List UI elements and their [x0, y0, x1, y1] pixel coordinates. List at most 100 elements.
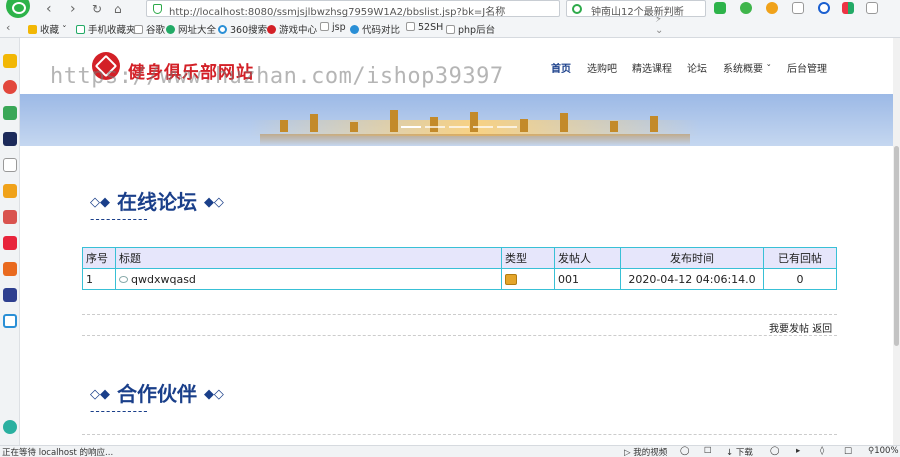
video-icon[interactable] — [3, 236, 17, 250]
zoom-level[interactable]: ⚲100% — [868, 446, 899, 456]
compare-icon — [350, 25, 359, 34]
partners-area — [82, 434, 837, 445]
bookmark-item[interactable]: 收藏 ˇ — [28, 22, 67, 36]
game-icon[interactable] — [3, 210, 17, 224]
partners-section-title: ◇◆ 合作伙伴 ◆◇ — [90, 382, 224, 406]
apps-grid-icon[interactable] — [842, 2, 854, 14]
security-shield-icon — [153, 4, 162, 14]
url-bar[interactable]: http://localhost:8080/ssmjsjlbwzhsg7959W… — [146, 0, 665, 36]
col-header: 类型 — [501, 247, 555, 269]
col-header: 发布时间 — [620, 247, 764, 269]
search-engine-icon — [218, 25, 227, 34]
bookmark-item[interactable]: php后台 — [446, 22, 495, 36]
bookmark-item[interactable]: 代码对比 — [350, 22, 400, 36]
search-icon[interactable] — [818, 2, 830, 14]
status-tool-icon[interactable]: □ — [844, 446, 852, 456]
refresh-icon[interactable]: ↻ — [92, 1, 102, 17]
favorites-icon[interactable] — [3, 54, 17, 68]
page-scrollbar[interactable] — [893, 38, 900, 445]
add-icon[interactable] — [3, 420, 17, 434]
download-item[interactable]: ↓ 下载 — [726, 446, 753, 457]
status-tool-icon[interactable]: ▸ — [796, 446, 800, 456]
nav-item-admin[interactable]: 后台管理 — [787, 60, 827, 75]
app-icon[interactable] — [3, 288, 17, 302]
my-video-item[interactable]: ▷ 我的视频 — [624, 446, 667, 457]
col-header: 标题 — [115, 247, 502, 269]
back-arrow-icon[interactable]: ‹ — [46, 1, 52, 17]
divider — [82, 335, 837, 336]
nav-item-home[interactable]: 首页 — [551, 60, 571, 75]
browser-sidebar — [0, 38, 20, 445]
download-icon: ↓ — [726, 448, 734, 457]
cell-time: 2020-04-12 04:06:14.0 — [620, 268, 764, 290]
nav-item-forum[interactable]: 论坛 — [687, 60, 707, 75]
notes-icon[interactable] — [3, 158, 17, 172]
page-icon — [406, 22, 415, 31]
status-bar: 正在等待 localhost 的响应... ▷ 我的视频 ◯ ☐ ↓ 下载 ◯ … — [0, 445, 900, 457]
col-header: 已有回帖 — [763, 247, 837, 269]
bookmark-item[interactable]: 52SH — [406, 22, 443, 33]
table-row: 1 qwdxwqasd 001 2020-04-12 04:06:14.0 0 — [82, 268, 837, 290]
news-icon[interactable] — [3, 132, 17, 146]
cell-replies: 0 — [763, 268, 837, 290]
extension-icon[interactable] — [740, 2, 752, 14]
site-header: 健身俱乐部网站 https://www.huzhan.com/ishop3939… — [20, 38, 893, 94]
slider-dot[interactable] — [473, 126, 493, 128]
scroll-thumb[interactable] — [894, 146, 899, 346]
status-tool-icon[interactable]: ◊ — [820, 446, 824, 456]
bookmark-item[interactable]: 360搜索 — [218, 22, 267, 36]
shield-icon[interactable] — [766, 2, 778, 14]
status-tool-icon[interactable]: ◯ — [680, 446, 690, 456]
mobile-icon — [76, 25, 85, 34]
slider-dot[interactable] — [449, 126, 469, 128]
home-icon[interactable]: ⌂ — [114, 1, 122, 17]
nav-item-shop[interactable]: 选购吧 — [587, 60, 617, 75]
bookmark-back-icon[interactable]: ‹ — [6, 20, 10, 36]
forward-arrow-icon[interactable]: › — [70, 1, 76, 17]
bookmark-item[interactable]: 游戏中心 — [267, 22, 317, 36]
p-icon[interactable] — [3, 314, 17, 328]
slider-dot[interactable] — [497, 126, 517, 128]
topic-icon — [119, 275, 128, 283]
hero-banner — [20, 94, 893, 146]
col-header: 发帖人 — [554, 247, 621, 269]
new-post-link[interactable]: 我要发帖 — [769, 324, 809, 335]
mail-icon[interactable] — [3, 106, 17, 120]
cell-type — [501, 268, 555, 290]
page-viewport: 健身俱乐部网站 https://www.huzhan.com/ishop3939… — [20, 38, 893, 445]
bookmark-item[interactable]: 谷歌 — [134, 22, 165, 36]
nav-item-courses[interactable]: 精选课程 — [632, 60, 672, 75]
search-text: 钟南山12个最新判断 — [591, 7, 684, 18]
scissors-icon[interactable] — [714, 2, 726, 14]
status-tool-icon[interactable]: ◯ — [770, 446, 780, 456]
bookmark-bar: ‹ 收藏 ˇ 手机收藏夹 谷歌 网址大全 360搜索 游戏中心 jsp 代码对比… — [0, 19, 900, 38]
app-icon[interactable] — [3, 262, 17, 276]
screenshot-icon[interactable] — [792, 2, 804, 14]
cell-author: 001 — [554, 268, 621, 290]
forum-actions: 我要发帖 返回 — [769, 320, 832, 335]
section-underline: ----------- — [90, 404, 149, 418]
weibo-icon[interactable] — [3, 80, 17, 94]
watermark-text: https://www.huzhan.com/ishop39397 — [50, 64, 504, 89]
bookmark-item[interactable]: jsp — [320, 22, 346, 33]
topic-title-link[interactable]: qwdxwqasd — [131, 273, 196, 286]
slider-dot[interactable] — [401, 126, 421, 128]
table-header-row: 序号 标题 类型 发帖人 发布时间 已有回帖 — [82, 247, 837, 269]
nav-item-overview[interactable]: 系统概要 ˇ — [723, 60, 771, 75]
bookmark-item[interactable]: 网址大全 — [166, 22, 216, 36]
status-tool-icon[interactable]: ☐ — [704, 446, 712, 456]
cell-title[interactable]: qwdxwqasd — [115, 268, 502, 290]
slider-dot[interactable] — [425, 126, 445, 128]
bookmark-item[interactable]: 手机收藏夹 — [76, 22, 136, 36]
browser-logo-icon[interactable] — [6, 0, 30, 18]
cell-no: 1 — [82, 268, 116, 290]
shopping-icon[interactable] — [3, 184, 17, 198]
back-link[interactable]: 返回 — [812, 324, 832, 335]
search-engine-icon — [572, 4, 582, 14]
search-box[interactable]: 钟南山12个最新判断 — [566, 0, 706, 18]
chevron-down-icon: ˇ — [766, 64, 772, 75]
undo-icon[interactable] — [866, 2, 878, 14]
diamond-icon: ◇◆ — [90, 195, 110, 210]
forum-table: 序号 标题 类型 发帖人 发布时间 已有回帖 1 qwdxwqasd 001 2… — [82, 247, 837, 290]
play-icon: ▷ — [624, 448, 631, 457]
